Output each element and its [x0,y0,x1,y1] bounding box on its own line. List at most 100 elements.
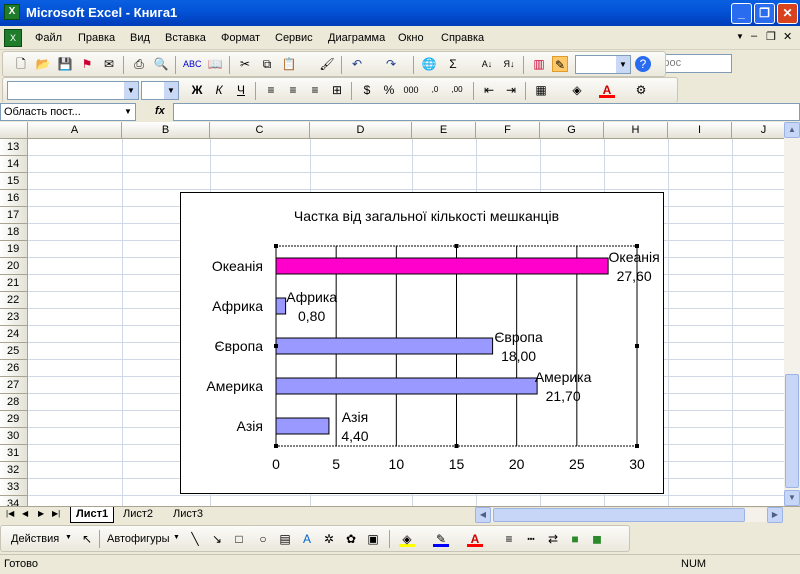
row-header[interactable]: 20 [0,258,28,275]
doc-restore-icon[interactable]: ❐ [766,30,776,43]
column-header[interactable]: H [604,122,668,139]
row-header[interactable]: 23 [0,309,28,326]
toolbar-options-icon[interactable]: ⚙ [633,82,649,98]
bar[interactable] [275,337,494,355]
column-header[interactable]: A [28,122,122,139]
row-header[interactable]: 30 [0,428,28,445]
fill-color-icon[interactable]: ◈ [569,82,585,98]
menu-file[interactable]: Файл [35,32,62,44]
chart-wizard-icon[interactable]: ▥ [531,56,547,72]
redo-icon[interactable]: ↷ [383,56,399,72]
arrow-style-icon[interactable]: ⇄ [545,531,561,547]
fill-color-icon[interactable]: ◈ [399,531,415,547]
scroll-right-button[interactable]: ▶ [767,507,783,523]
row-header[interactable]: 21 [0,275,28,292]
row-header[interactable]: 27 [0,377,28,394]
name-box-dropdown-icon[interactable]: ▼ [124,107,132,116]
email-icon[interactable]: ✉ [101,56,117,72]
line-color-icon[interactable]: ✎ [433,531,449,547]
selection-handle[interactable] [454,444,459,448]
column-header[interactable]: G [540,122,604,139]
decrease-indent-icon[interactable]: ⇤ [481,82,497,98]
vertical-scrollbar[interactable]: ▲ ▼ [784,122,800,506]
line-style-icon[interactable]: ≡ [501,531,517,547]
arrow-icon[interactable]: ↘ [209,531,225,547]
bar[interactable] [275,417,330,435]
next-sheet-icon[interactable]: ▶ [38,509,44,518]
shadow-icon[interactable]: ■ [567,531,583,547]
doc-close-icon[interactable]: ✕ [783,30,792,43]
menu-chart[interactable]: Диаграмма [328,32,385,44]
chart-area[interactable]: Частка від загальної кількості мешканців… [181,193,663,493]
fx-icon[interactable]: fx [155,105,165,117]
formula-input[interactable] [173,103,800,121]
increase-indent-icon[interactable]: ⇥ [503,82,519,98]
menu-window[interactable]: Окно [398,32,424,44]
undo-icon[interactable]: ↶ [349,56,365,72]
selection-handle[interactable] [635,344,639,348]
percent-icon[interactable]: % [381,82,397,98]
sheet-tab-1[interactable]: Лист1 [70,507,115,523]
bar[interactable] [275,257,609,275]
minimize-button[interactable]: _ [731,3,752,24]
row-header[interactable]: 22 [0,292,28,309]
column-header[interactable]: C [210,122,310,139]
print-icon[interactable]: ⎙ [131,56,147,72]
menu-help[interactable]: Справка [441,32,484,44]
spelling-icon[interactable]: ABC [183,56,202,72]
column-header[interactable]: B [122,122,210,139]
currency-icon[interactable]: $ [359,82,375,98]
increase-decimal-icon[interactable]: ,0 [427,82,443,98]
menu-view[interactable]: Вид [130,32,150,44]
scroll-left-button[interactable]: ◀ [475,507,491,523]
autosum-icon[interactable]: Σ [445,56,461,72]
sheet-tab-2[interactable]: Лист2 [118,507,158,523]
column-header[interactable]: J [732,122,784,139]
row-header[interactable]: 34 [0,496,28,506]
row-header[interactable]: 14 [0,156,28,173]
menu-insert[interactable]: Вставка [165,32,206,44]
selection-handle[interactable] [274,444,278,448]
draw-actions-menu[interactable]: Действия [11,533,59,545]
doc-minimize-icon[interactable]: – [751,30,757,42]
select-all-corner[interactable] [0,122,28,139]
row-header[interactable]: 26 [0,360,28,377]
hyperlink-icon[interactable]: 🌐 [421,56,437,72]
column-header[interactable]: E [412,122,476,139]
copy-icon[interactable]: ⧉ [259,56,275,72]
permission-icon[interactable]: ⚑ [79,56,95,72]
selection-handle[interactable] [635,244,639,248]
help-dropdown-icon[interactable]: ▼ [736,32,744,41]
row-header[interactable]: 13 [0,139,28,156]
merge-center-icon[interactable]: ⊞ [329,82,345,98]
scroll-down-button[interactable]: ▼ [784,490,800,506]
dash-style-icon[interactable]: ┅ [523,531,539,547]
embedded-chart[interactable]: Частка від загальної кількості мешканців… [180,192,664,494]
open-icon[interactable]: 📂 [35,56,51,72]
restore-button[interactable]: ❐ [754,3,775,24]
row-header[interactable]: 29 [0,411,28,428]
diagram-icon[interactable]: ✲ [321,531,337,547]
horizontal-scroll-thumb[interactable] [493,508,745,522]
vertical-scroll-thumb[interactable] [785,374,799,488]
font-size-combo[interactable]: ▼ [141,81,179,100]
new-icon[interactable]: 🗋 [13,56,29,72]
prev-sheet-icon[interactable]: ◀ [22,509,28,518]
sort-ascending-icon[interactable]: A↓ [479,56,495,72]
textbox-icon[interactable]: ▤ [277,531,293,547]
first-sheet-icon[interactable]: |◀ [6,509,14,518]
row-header[interactable]: 28 [0,394,28,411]
clipart-icon[interactable]: ✿ [343,531,359,547]
autoshapes-dropdown-icon[interactable]: ▼ [173,534,180,541]
worksheet-grid[interactable]: A B C D E F G H I J 13 14 15 16 17 18 19 20 21 22… [0,122,784,506]
wordart-icon[interactable]: A [299,531,315,547]
sheet-tab-3[interactable]: Лист3 [168,507,208,523]
save-icon[interactable]: 💾 [57,56,73,72]
menu-edit[interactable]: Правка [78,32,115,44]
selection-handle[interactable] [454,244,459,248]
row-header[interactable]: 32 [0,462,28,479]
row-header[interactable]: 17 [0,207,28,224]
autoshapes-menu[interactable]: Автофигуры [107,533,170,545]
row-header[interactable]: 25 [0,343,28,360]
borders-icon[interactable]: ▦ [533,82,549,98]
